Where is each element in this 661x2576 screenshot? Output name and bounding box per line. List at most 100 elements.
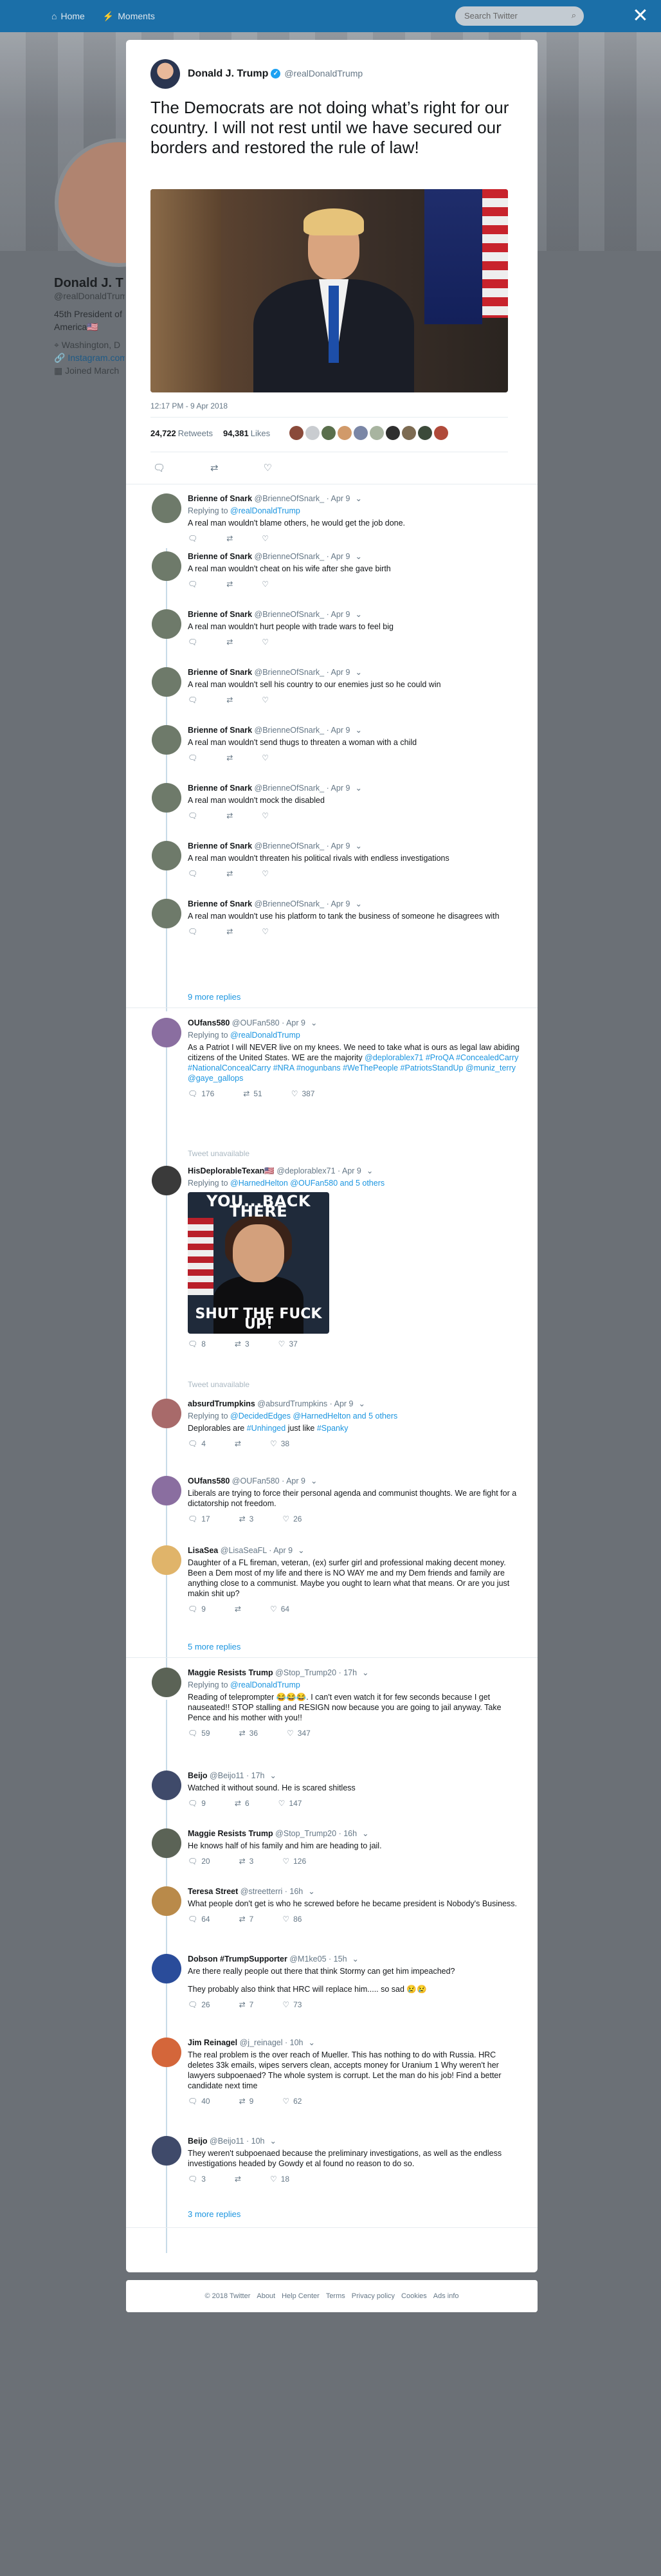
chevron-down-icon[interactable]: ⌄ [309, 2038, 315, 2047]
retweet-icon[interactable]: ⇄ [226, 533, 233, 544]
reply-icon[interactable]: 🗨 [188, 753, 197, 763]
like-icon[interactable]: ♡ 37 [278, 1339, 298, 1349]
reply-icon[interactable]: 🗨 4 [188, 1439, 206, 1449]
like-icon[interactable]: ♡ [262, 695, 269, 705]
avatar[interactable] [152, 493, 181, 523]
replying-to-link[interactable]: @realDonaldTrump [230, 1031, 300, 1040]
retweet-icon[interactable]: ⇄ [235, 1604, 241, 1614]
reply-author[interactable]: Jim Reinagel [188, 2038, 237, 2047]
retweet-icon[interactable]: ⇄ [235, 1439, 241, 1449]
reply-handle[interactable]: @deplorablex71 [276, 1166, 335, 1175]
reply-date[interactable]: 16h [289, 1887, 303, 1896]
chevron-down-icon[interactable]: ⌄ [359, 1399, 365, 1408]
avatar[interactable] [150, 59, 180, 89]
like-icon[interactable]: ♡ [262, 753, 269, 763]
like-icon[interactable]: ♡ 18 [270, 2174, 289, 2184]
avatar[interactable] [152, 1828, 181, 1858]
like-icon[interactable]: ♡ [262, 533, 269, 544]
like-icon[interactable]: ♡ [262, 637, 269, 647]
avatar[interactable] [152, 1476, 181, 1505]
footer-cookies[interactable]: Cookies [401, 2292, 427, 2300]
chevron-down-icon[interactable]: ⌄ [298, 1546, 304, 1555]
reply-author[interactable]: Beijo [188, 2137, 208, 2146]
reply-handle[interactable]: @j_reinagel [240, 2038, 283, 2047]
chevron-down-icon[interactable]: ⌄ [355, 784, 361, 793]
reply-handle[interactable]: @Beijo11 [210, 1771, 244, 1780]
reply-icon[interactable]: 🗨 40 [188, 2096, 210, 2106]
reply-date[interactable]: Apr 9 [331, 494, 350, 503]
reply-icon[interactable]: 🗨 59 [188, 1728, 210, 1738]
reply-date[interactable]: Apr 9 [331, 552, 350, 561]
reply-author[interactable]: Teresa Street [188, 1887, 238, 1896]
reply-icon[interactable]: 🗨 9 [188, 1604, 206, 1614]
retweet-icon[interactable]: ⇄ 3 [235, 1339, 249, 1349]
chevron-down-icon[interactable]: ⌄ [352, 1955, 359, 1964]
reply-handle[interactable]: @OUFan580 [232, 1018, 280, 1027]
reply-date[interactable]: Apr 9 [331, 784, 350, 793]
retweet-icon[interactable]: ⇄ 9 [239, 2096, 254, 2106]
chevron-down-icon[interactable]: ⌄ [355, 726, 361, 735]
reply-icon[interactable]: 🗨 9 [188, 1798, 206, 1808]
retweet-icon[interactable]: ⇄ [226, 637, 233, 647]
nav-moments[interactable]: ⚡ Moments [103, 11, 155, 22]
reply-handle[interactable]: @BrienneOfSnark_ [255, 784, 325, 793]
like-icon[interactable]: ♡ [262, 579, 269, 589]
reply-date[interactable]: Apr 9 [286, 1018, 305, 1027]
like-count[interactable]: 94,381 [223, 428, 249, 438]
main-tweet-timestamp[interactable]: 12:17 PM - 9 Apr 2018 [150, 401, 228, 410]
like-icon[interactable]: ♡ 64 [270, 1604, 289, 1614]
avatar[interactable] [152, 609, 181, 639]
reply-handle[interactable]: @absurdTrumpkins [257, 1399, 327, 1408]
meme-image[interactable]: YOU...BACK THERE SHUT THE FUCK UP! [188, 1192, 329, 1334]
reply-icon[interactable]: 🗨 17 [188, 1514, 210, 1524]
chevron-down-icon[interactable]: ⌄ [355, 899, 361, 908]
retweet-icon[interactable]: ⇄ 7 [239, 1914, 254, 1924]
footer-terms[interactable]: Terms [326, 2292, 345, 2300]
reply-date[interactable]: Apr 9 [331, 899, 350, 908]
retweet-count[interactable]: 24,722 [150, 428, 176, 438]
retweet-icon[interactable]: ⇄ 51 [243, 1089, 262, 1099]
reply-handle[interactable]: @BrienneOfSnark_ [255, 494, 325, 503]
like-icon[interactable]: ♡ [262, 926, 269, 937]
hashtag[interactable]: #Unhinged [247, 1424, 285, 1433]
retweet-icon[interactable]: ⇄ 3 [239, 1856, 254, 1866]
reply-date[interactable]: 16h [343, 1829, 357, 1838]
reply-author[interactable]: Maggie Resists Trump [188, 1829, 273, 1838]
like-icon[interactable]: ♡ 38 [270, 1439, 289, 1449]
reply-icon[interactable]: 🗨 [188, 579, 197, 589]
replying-to-link[interactable]: @HarnedHelton @OUFan580 and 5 others [230, 1179, 385, 1188]
like-icon[interactable]: ♡ 347 [287, 1728, 311, 1738]
avatar[interactable] [152, 1018, 181, 1047]
reply-handle[interactable]: @BrienneOfSnark_ [255, 726, 325, 735]
chevron-down-icon[interactable]: ⌄ [308, 1887, 314, 1896]
liker-avatars[interactable] [289, 426, 449, 440]
avatar[interactable] [152, 667, 181, 697]
reply-icon[interactable]: 🗨 [188, 695, 197, 705]
reply-handle[interactable]: @OUFan580 [232, 1477, 280, 1486]
reply-author[interactable]: Brienne of Snark [188, 899, 252, 908]
reply-handle[interactable]: @streetterri [240, 1887, 282, 1896]
main-tweet-handle[interactable]: @realDonaldTrump [284, 68, 363, 78]
close-button[interactable]: ✕ [630, 6, 651, 27]
reply-handle[interactable]: @BrienneOfSnark_ [255, 552, 325, 561]
like-icon[interactable]: ♡ 126 [282, 1856, 306, 1866]
retweet-icon[interactable]: ⇄ [226, 926, 233, 937]
replying-to-link[interactable]: @realDonaldTrump [230, 506, 300, 515]
nav-home[interactable]: ⌂ Home [51, 11, 85, 21]
avatar[interactable] [152, 725, 181, 755]
reply-author[interactable]: Brienne of Snark [188, 552, 252, 561]
retweet-icon[interactable]: ⇄ [210, 462, 219, 474]
avatar[interactable] [152, 551, 181, 581]
reply-handle[interactable]: @BrienneOfSnark_ [255, 842, 325, 851]
reply-date[interactable]: Apr 9 [331, 668, 350, 677]
footer-privacy[interactable]: Privacy policy [352, 2292, 395, 2300]
reply-date[interactable]: 15h [334, 1955, 347, 1964]
reply-icon[interactable]: 🗨 176 [188, 1089, 214, 1099]
profile-link[interactable]: Instagram.com [68, 353, 125, 363]
more-replies-link[interactable]: 3 more replies [188, 2209, 240, 2219]
avatar[interactable] [152, 2038, 181, 2067]
like-icon[interactable]: ♡ 387 [291, 1089, 315, 1099]
reply-author[interactable]: OUfans580 [188, 1477, 230, 1486]
like-icon[interactable]: ♡ 26 [282, 1514, 302, 1524]
chevron-down-icon[interactable]: ⌄ [270, 1771, 276, 1780]
